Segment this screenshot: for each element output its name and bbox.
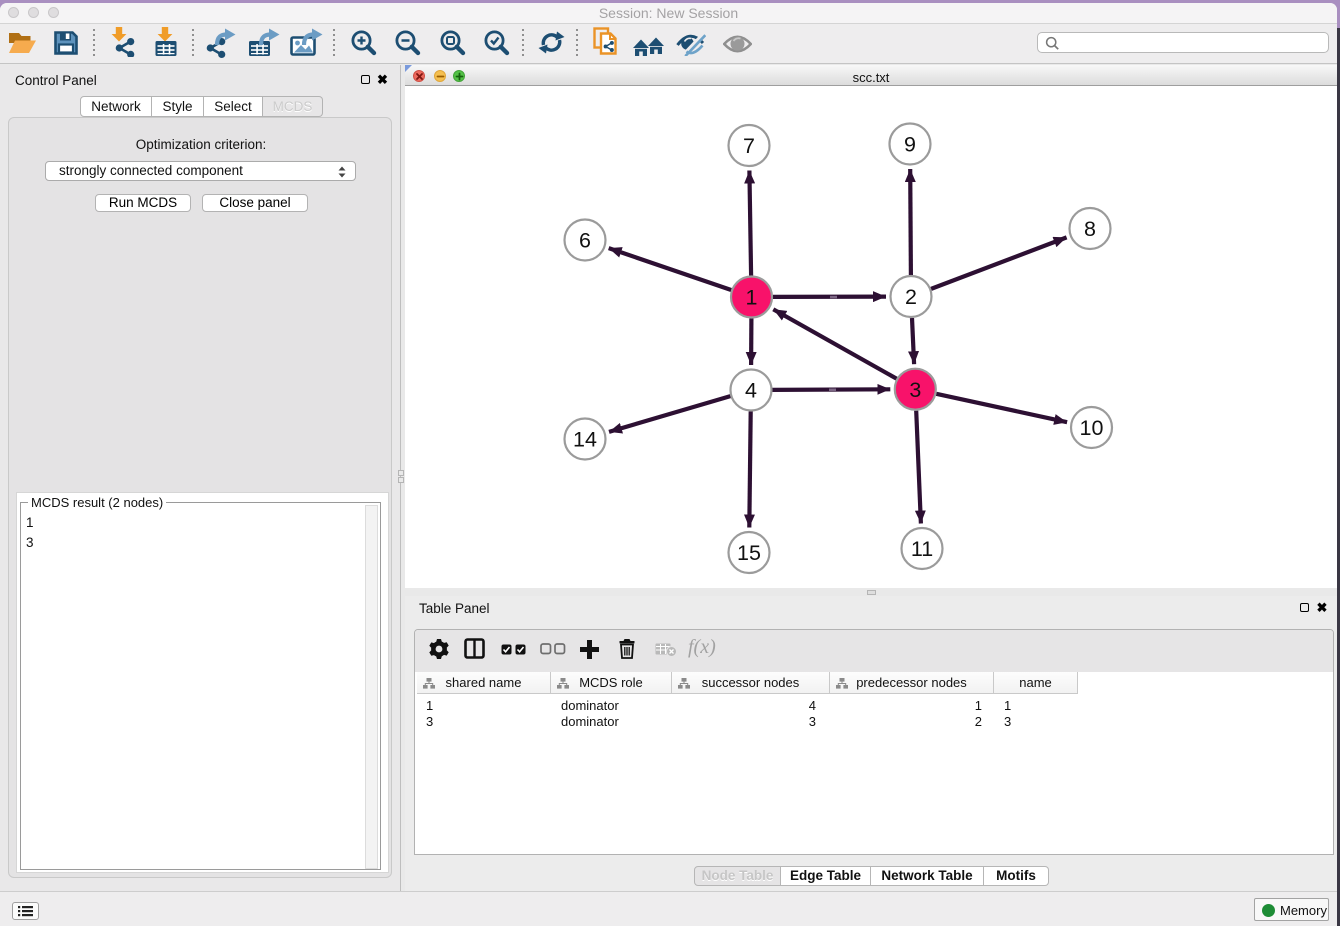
- svg-text:14: 14: [573, 428, 597, 452]
- svg-text:9: 9: [904, 133, 916, 157]
- svg-text:3: 3: [909, 378, 921, 402]
- svg-text:4: 4: [745, 379, 757, 403]
- svg-text:6: 6: [579, 229, 591, 253]
- svg-text:15: 15: [737, 541, 761, 565]
- svg-text:11: 11: [911, 537, 933, 561]
- svg-text:7: 7: [743, 134, 755, 158]
- svg-text:2: 2: [905, 285, 917, 309]
- svg-text:1: 1: [746, 286, 758, 310]
- svg-text:8: 8: [1084, 217, 1096, 241]
- svg-text:10: 10: [1080, 416, 1104, 440]
